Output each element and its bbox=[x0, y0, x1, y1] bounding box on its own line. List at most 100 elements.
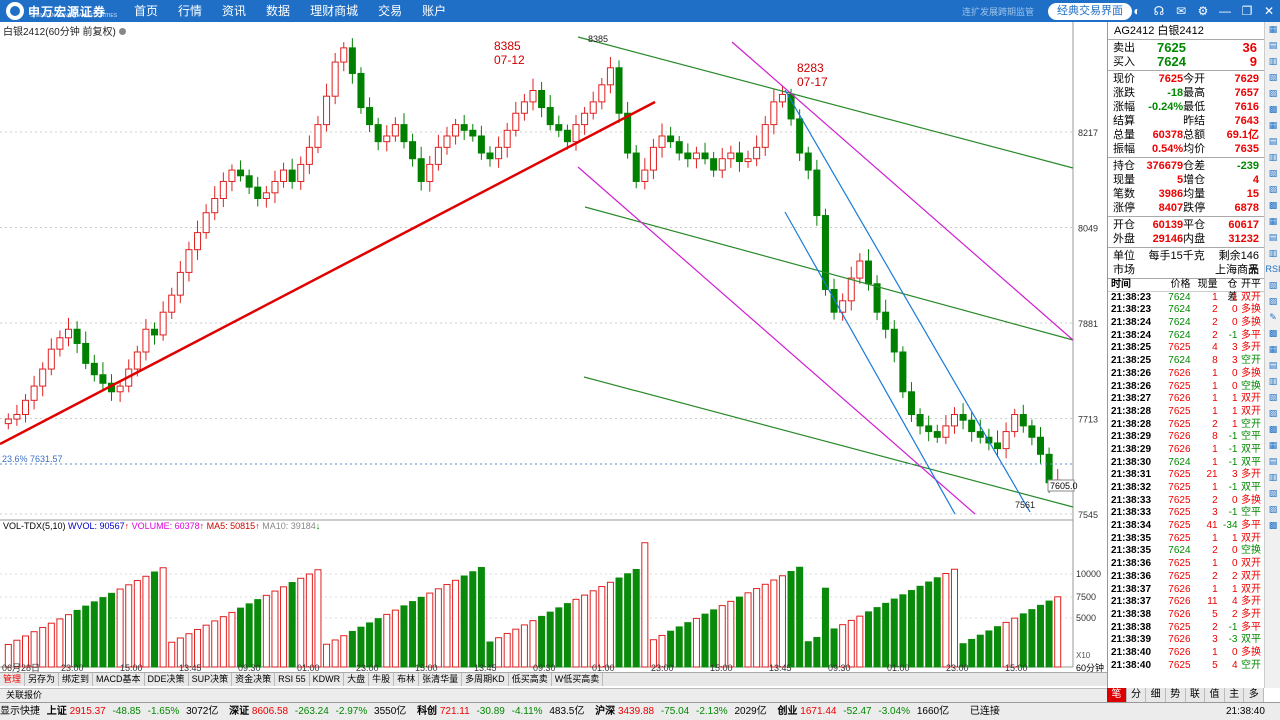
panel-tab[interactable]: 笔 bbox=[1107, 688, 1127, 702]
trade-row[interactable]: 21:38:25 7625 4 3 多开 bbox=[1108, 342, 1264, 355]
toolbar-icon[interactable]: ▩ bbox=[1265, 422, 1280, 437]
toolbar-icon[interactable]: ▤ bbox=[1265, 230, 1280, 245]
menu-wealth-mall[interactable]: 理财商城 bbox=[300, 0, 368, 22]
toolbar-icon[interactable]: ▦ bbox=[1265, 118, 1280, 133]
indicator-tab[interactable]: 资金决策 bbox=[232, 673, 276, 686]
trade-row[interactable]: 21:38:37 7626 11 4 多开 bbox=[1108, 596, 1264, 609]
toolbar-icon[interactable]: ▦ bbox=[1265, 342, 1280, 357]
classic-trade-button[interactable]: 经典交易界面 bbox=[1048, 3, 1132, 20]
trade-row[interactable]: 21:38:24 7624 2 -1 多平 bbox=[1108, 330, 1264, 343]
trade-row[interactable]: 21:38:30 7624 1 -1 双平 bbox=[1108, 457, 1264, 470]
toolbar-icon[interactable]: ▨ bbox=[1265, 294, 1280, 309]
trade-row[interactable]: 21:38:31 7625 21 3 多开 bbox=[1108, 469, 1264, 482]
menu-account[interactable]: 账户 bbox=[412, 0, 456, 22]
toolbar-icon[interactable]: ▥ bbox=[1265, 470, 1280, 485]
toolbar-icon[interactable]: ▦ bbox=[1265, 214, 1280, 229]
indicator-tab[interactable]: 布林 bbox=[394, 673, 420, 686]
menu-home[interactable]: 首页 bbox=[124, 0, 168, 22]
show-quick-button[interactable]: 显示快捷 bbox=[0, 703, 40, 720]
panel-tab[interactable]: 细 bbox=[1146, 688, 1166, 702]
indicator-tab[interactable]: 牛股 bbox=[369, 673, 395, 686]
toolbar-icon[interactable]: ▤ bbox=[1265, 454, 1280, 469]
toolbar-icon[interactable]: ▧ bbox=[1265, 486, 1280, 501]
indicator-tab[interactable]: RSI 55 bbox=[275, 673, 310, 686]
indicator-tab[interactable]: SUP决策 bbox=[189, 673, 233, 686]
trade-row[interactable]: 21:38:32 7625 1 -1 双平 bbox=[1108, 482, 1264, 495]
panel-tab[interactable]: 主 bbox=[1225, 688, 1245, 702]
trade-row[interactable]: 21:38:24 7624 2 0 多换 bbox=[1108, 317, 1264, 330]
menu-data[interactable]: 数据 bbox=[256, 0, 300, 22]
index-kc[interactable]: 科创 721.11 -30.89 -4.11% 483.5亿 bbox=[417, 703, 588, 720]
skin-icon[interactable]: ◐ bbox=[1128, 2, 1146, 20]
trade-row[interactable]: 21:38:27 7626 1 1 双开 bbox=[1108, 393, 1264, 406]
toolbar-icon[interactable]: ▨ bbox=[1265, 86, 1280, 101]
trade-row[interactable]: 21:38:26 7626 1 0 多换 bbox=[1108, 368, 1264, 381]
ask-row[interactable]: 卖出 7625 36 bbox=[1108, 41, 1264, 55]
toolbar-icon[interactable]: ▤ bbox=[1265, 358, 1280, 373]
related-quote-button[interactable]: 关联报价 bbox=[0, 688, 1107, 702]
toolbar-icon[interactable]: ▩ bbox=[1265, 198, 1280, 213]
index-sh[interactable]: 上证 2915.37 -48.85 -1.65% 3072亿 bbox=[47, 703, 223, 720]
chart-area[interactable]: 白银2412(60分钟 前复权) 8217 8049 7881 7713 7545 100… bbox=[0, 22, 1107, 688]
restore-icon[interactable]: ❐ bbox=[1238, 2, 1256, 20]
indicator-tab[interactable]: 大盘 bbox=[344, 673, 370, 686]
trade-row[interactable]: 21:38:38 7626 5 2 多开 bbox=[1108, 609, 1264, 622]
trade-row[interactable]: 21:38:35 7624 2 0 空换 bbox=[1108, 545, 1264, 558]
indicator-tab[interactable]: 低买高卖 bbox=[509, 673, 552, 686]
indicator-tab[interactable]: 另存为 bbox=[25, 673, 60, 686]
trade-row[interactable]: 21:38:35 7625 1 1 双开 bbox=[1108, 533, 1264, 546]
menu-trade[interactable]: 交易 bbox=[368, 0, 412, 22]
indicator-tab[interactable]: 多周期KD bbox=[462, 673, 509, 686]
pencil-icon[interactable]: ✎ bbox=[1265, 310, 1280, 325]
minimize-icon[interactable]: — bbox=[1216, 2, 1234, 20]
indicator-tab[interactable]: 张清华量 bbox=[419, 673, 463, 686]
trade-row[interactable]: 21:38:38 7625 2 -1 多平 bbox=[1108, 622, 1264, 635]
indicator-tab[interactable]: KDWR bbox=[310, 673, 345, 686]
banner-text[interactable]: 连扩发展跨期监管 bbox=[962, 5, 1034, 18]
panel-tab[interactable]: 值 bbox=[1205, 688, 1225, 702]
close-icon[interactable]: ✕ bbox=[1260, 2, 1278, 20]
indicator-tab[interactable]: MACD基本 bbox=[93, 673, 145, 686]
panel-tab[interactable]: 分 bbox=[1127, 688, 1147, 702]
trade-row[interactable]: 21:38:29 7626 8 -1 空平 bbox=[1108, 431, 1264, 444]
bid-row[interactable]: 买入 7624 9 bbox=[1108, 55, 1264, 69]
panel-tab[interactable]: 势 bbox=[1166, 688, 1186, 702]
panel-tab[interactable]: 联 bbox=[1186, 688, 1206, 702]
index-sz[interactable]: 深证 8606.58 -263.24 -2.97% 3550亿 bbox=[229, 703, 410, 720]
menu-quotes[interactable]: 行情 bbox=[168, 0, 212, 22]
index-cy[interactable]: 创业 1671.44 -52.47 -3.04% 1660亿 bbox=[778, 703, 954, 720]
rsi-icon[interactable]: RSI bbox=[1265, 262, 1280, 277]
toolbar-icon[interactable]: ▧ bbox=[1265, 70, 1280, 85]
trade-row[interactable]: 21:38:37 7626 1 1 双开 bbox=[1108, 584, 1264, 597]
trade-row[interactable]: 21:38:34 7625 41 -34 多平 bbox=[1108, 520, 1264, 533]
indicator-tab[interactable]: 绑定到 bbox=[59, 673, 94, 686]
kline-chart[interactable]: 821780497881771375451000075005000X1060分钟… bbox=[0, 22, 1107, 688]
trade-ticks[interactable]: 时间 价格 现量 仓差 开平 21:38:23 7624 1 1 双开 21:38:23 7624 2 0… bbox=[1108, 279, 1264, 672]
trade-row[interactable]: 21:38:40 7626 1 0 多换 bbox=[1108, 647, 1264, 660]
toolbar-icon[interactable]: ▥ bbox=[1265, 246, 1280, 261]
trade-row[interactable]: 21:38:28 7625 1 1 双开 bbox=[1108, 406, 1264, 419]
trade-row[interactable]: 21:38:23 7624 1 1 双开 bbox=[1108, 292, 1264, 305]
trade-row[interactable]: 21:38:26 7625 1 0 空换 bbox=[1108, 381, 1264, 394]
toolbar-icon[interactable]: ▥ bbox=[1265, 54, 1280, 69]
toolbar-icon[interactable]: ▦ bbox=[1265, 438, 1280, 453]
trade-row[interactable]: 21:38:36 7625 2 2 双开 bbox=[1108, 571, 1264, 584]
toolbar-icon[interactable]: ▩ bbox=[1265, 326, 1280, 341]
toolbar-icon[interactable]: ▧ bbox=[1265, 166, 1280, 181]
toolbar-icon[interactable]: ▤ bbox=[1265, 134, 1280, 149]
panel-tab[interactable]: 多 bbox=[1244, 688, 1264, 702]
indicator-tab[interactable]: DDE决策 bbox=[145, 673, 189, 686]
trade-row[interactable]: 21:38:28 7625 2 1 空开 bbox=[1108, 419, 1264, 432]
trade-row[interactable]: 21:38:33 7625 2 0 多换 bbox=[1108, 495, 1264, 508]
trade-row[interactable]: 21:38:39 7626 3 -3 双平 bbox=[1108, 634, 1264, 647]
index-hs[interactable]: 沪深 3439.88 -75.04 -2.13% 2029亿 bbox=[595, 703, 771, 720]
trade-row[interactable]: 21:38:25 7624 8 3 空开 bbox=[1108, 355, 1264, 368]
toolbar-icon[interactable]: ▧ bbox=[1265, 390, 1280, 405]
toolbar-icon[interactable]: ▧ bbox=[1265, 278, 1280, 293]
trade-row[interactable]: 21:38:40 7625 5 4 空开 bbox=[1108, 660, 1264, 673]
menu-news[interactable]: 资讯 bbox=[212, 0, 256, 22]
toolbar-icon[interactable]: ▩ bbox=[1265, 518, 1280, 533]
trade-row[interactable]: 21:38:29 7626 1 -1 双平 bbox=[1108, 444, 1264, 457]
mail-icon[interactable]: ✉ bbox=[1172, 2, 1190, 20]
toolbar-icon[interactable]: ▤ bbox=[1265, 38, 1280, 53]
